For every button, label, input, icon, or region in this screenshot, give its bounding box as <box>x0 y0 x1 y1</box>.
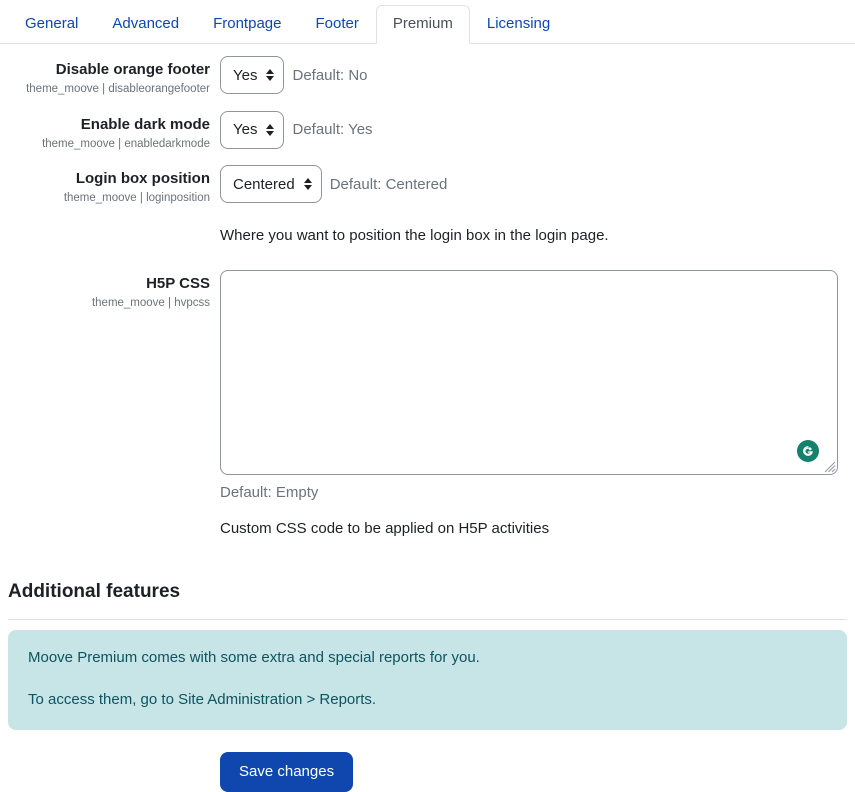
setting-row-disableorangefooter: Disable orange footer theme_moove | disa… <box>8 44 847 99</box>
setting-key: theme_moove | loginposition <box>63 192 210 205</box>
default-note: Default: Yes <box>292 121 373 138</box>
setting-label: Disable orange footer <box>55 61 210 78</box>
tab-licensing[interactable]: Licensing <box>470 5 567 44</box>
setting-row-loginposition: Login box position theme_moove | loginpo… <box>8 153 847 248</box>
setting-label-group: Login box position theme_moove | loginpo… <box>8 165 220 208</box>
section-divider <box>8 618 847 620</box>
tab-footer[interactable]: Footer <box>298 5 375 44</box>
default-note: Default: Empty <box>220 483 319 501</box>
setting-row-enabledarkmode: Enable dark mode theme_moove | enabledar… <box>8 99 847 154</box>
setting-help-text: Custom CSS code to be applied on H5P act… <box>220 519 550 537</box>
setting-field: Centered Default: Centered Where you wan… <box>220 165 847 248</box>
default-note: Default: No <box>292 66 368 84</box>
tab-general[interactable]: General <box>8 5 95 44</box>
setting-label: H5P CSS <box>146 274 210 292</box>
setting-label-group: Disable orange footer theme_moove | disa… <box>8 56 220 99</box>
chevron-updown-icon <box>266 123 275 136</box>
h5p-css-textarea[interactable] <box>220 269 838 475</box>
grammarly-icon[interactable] <box>797 439 819 462</box>
default-note: Default: Centered <box>329 175 448 193</box>
tab-frontpage[interactable]: Frontpage <box>196 5 298 44</box>
form-actions: Save changes <box>0 730 855 792</box>
chevron-updown-icon <box>303 178 312 190</box>
select-value: Yes <box>233 121 258 138</box>
alert-line-1: Moove Premium comes with some extra and … <box>28 648 480 666</box>
actions-spacer <box>0 752 220 792</box>
save-changes-button[interactable]: Save changes <box>220 751 354 792</box>
setting-label-group: Enable dark mode theme_moove | enabledar… <box>8 111 220 154</box>
setting-field: Default: Empty Custom CSS code to be app… <box>220 269 847 541</box>
setting-key: theme_moove | disableorangefooter <box>26 83 210 96</box>
setting-key: theme_moove | enabledarkmode <box>42 137 210 150</box>
alert-line-2: To access them, go to Site Administratio… <box>28 691 377 709</box>
select-disableorangefooter[interactable]: Yes <box>220 56 285 94</box>
tab-advanced[interactable]: Advanced <box>95 5 196 44</box>
setting-field: Yes Default: Yes <box>220 110 847 149</box>
setting-row-hvpcss: H5P CSS theme_moove | hvpcss Default: Em… <box>8 248 847 541</box>
setting-label-group: H5P CSS theme_moove | hvpcss <box>8 270 220 313</box>
setting-label: Login box position <box>75 170 210 187</box>
textarea-wrapper <box>220 269 838 475</box>
setting-label: Enable dark mode <box>80 115 210 133</box>
select-value: Centered <box>233 175 295 193</box>
select-enabledarkmode[interactable]: Yes <box>220 110 285 149</box>
select-loginposition[interactable]: Centered <box>220 165 322 203</box>
settings-tab-bar: General Advanced Frontpage Footer Premiu… <box>0 0 855 44</box>
chevron-updown-icon <box>266 69 275 81</box>
section-heading-additional-features: Additional features <box>8 581 181 602</box>
setting-field: Yes Default: No <box>220 56 847 94</box>
setting-key: theme_moove | hvpcss <box>91 296 210 309</box>
tab-premium[interactable]: Premium <box>375 5 470 44</box>
premium-info-alert: Moove Premium comes with some extra and … <box>8 629 847 730</box>
premium-settings-form: Disable orange footer theme_moove | disa… <box>0 44 855 540</box>
setting-help-text: Where you want to position the login box… <box>220 227 609 244</box>
select-value: Yes <box>233 66 258 84</box>
